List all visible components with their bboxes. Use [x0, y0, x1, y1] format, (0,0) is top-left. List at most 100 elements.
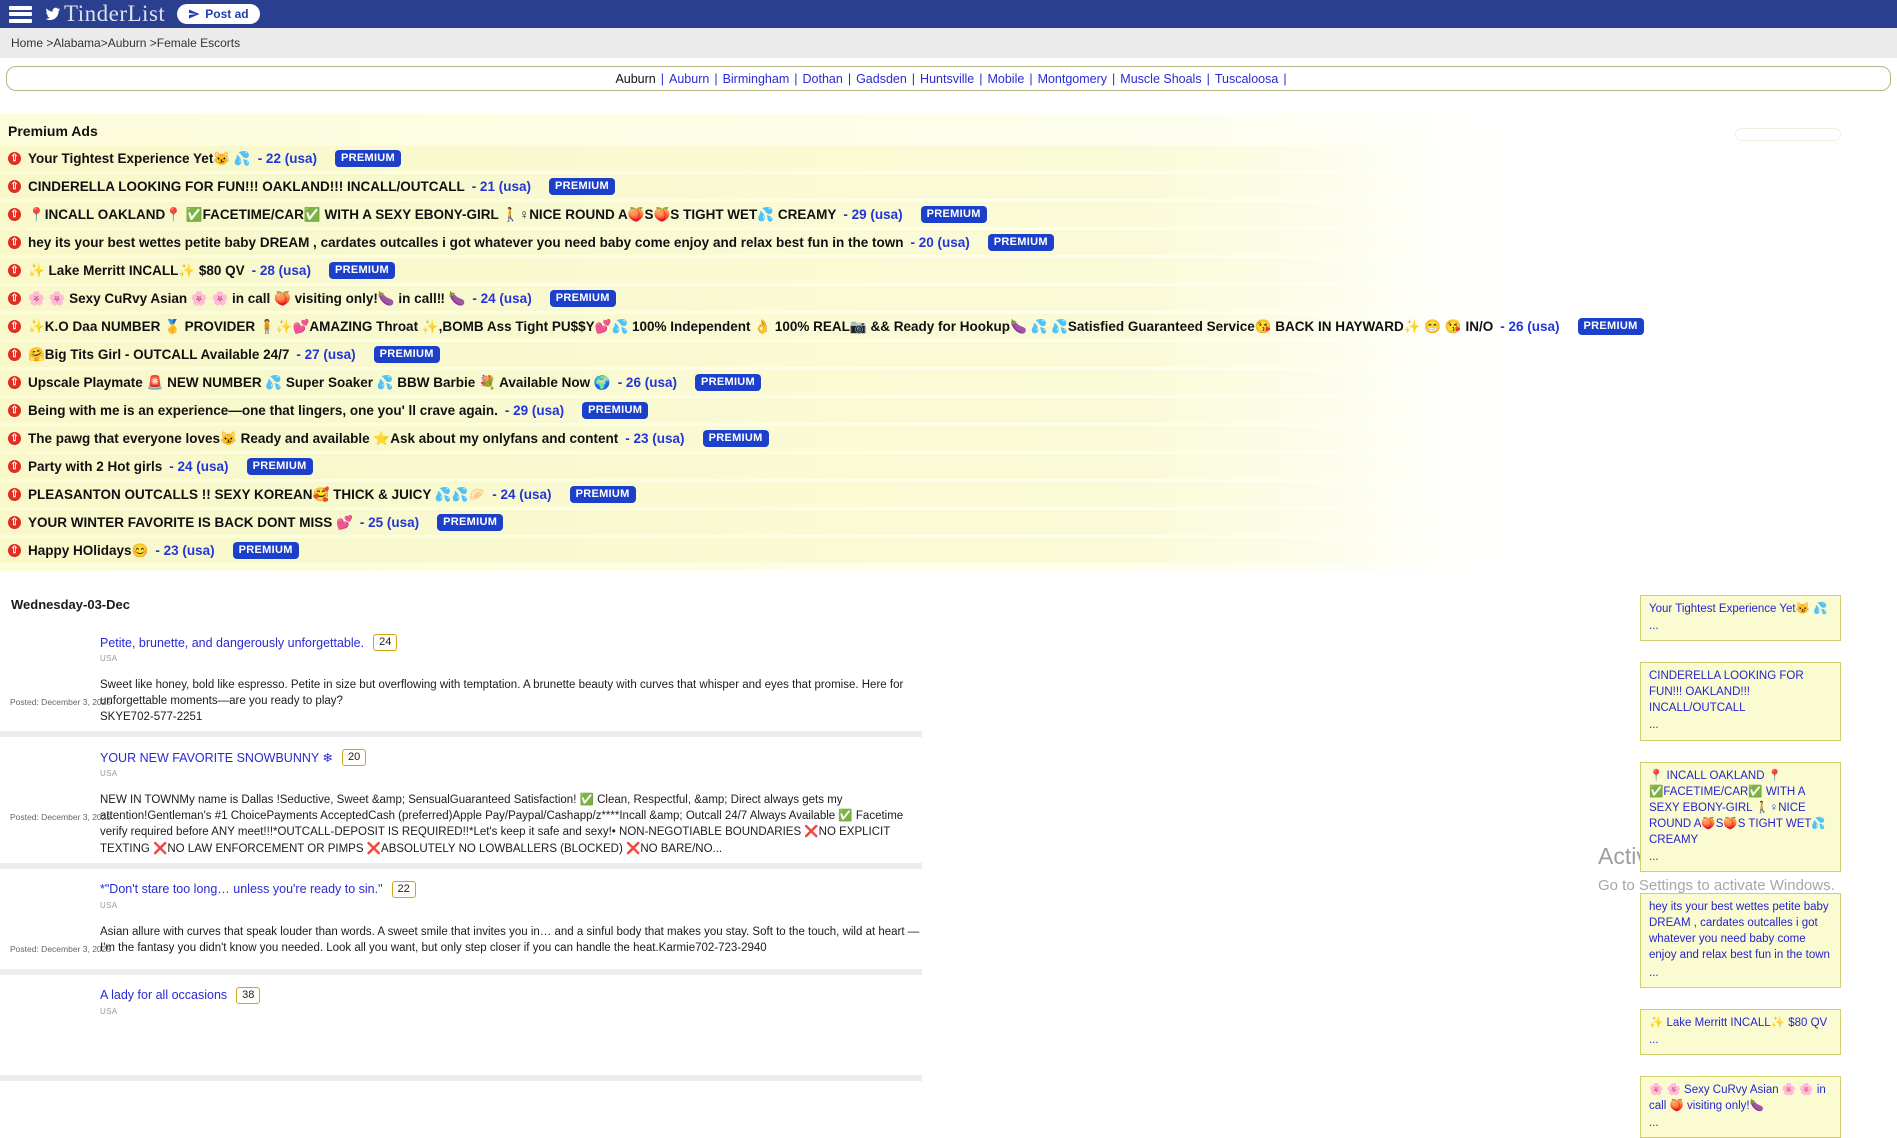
- listing-title-link[interactable]: *"Don't stare too long… unless you're re…: [100, 882, 383, 896]
- premium-ad-row[interactable]: ⇧ 📍INCALL OAKLAND📍 ✅FACETIME/CAR✅ WITH A…: [0, 202, 1897, 227]
- sidebar-ad-box[interactable]: 🌸 🌸 Sexy CuRvy Asian 🌸 🌸 in call 🍑 visit…: [1640, 1076, 1841, 1138]
- up-arrow-icon: ⇧: [8, 432, 21, 445]
- up-arrow-icon: ⇧: [8, 264, 21, 277]
- premium-ad-row[interactable]: ⇧ PLEASANTON OUTCALLS !! SEXY KOREAN🥰 TH…: [0, 482, 1897, 507]
- sidebar-ad-title[interactable]: 📍 INCALL OAKLAND 📍 ✅FACETIME/CAR✅ WITH A…: [1649, 768, 1832, 848]
- sidebar-ad-box[interactable]: Your Tightest Experience Yet😼 💦 ...: [1640, 595, 1841, 641]
- premium-ad-title[interactable]: Happy HOlidays😊: [28, 543, 148, 559]
- premium-ad-title[interactable]: PLEASANTON OUTCALLS !! SEXY KOREAN🥰 THIC…: [28, 487, 485, 503]
- city-link[interactable]: Tuscaloosa: [1215, 72, 1278, 86]
- premium-ad-row[interactable]: ⇧ The pawg that everyone loves😼 Ready an…: [0, 426, 1897, 451]
- hamburger-menu-icon[interactable]: [9, 6, 32, 23]
- sidebar-ad-title[interactable]: hey its your best wettes petite baby DRE…: [1649, 899, 1832, 963]
- sidebar-ad-box[interactable]: ✨ Lake Merritt INCALL✨ $80 QV ...: [1640, 1009, 1841, 1055]
- premium-ad-row[interactable]: ⇧ CINDERELLA LOOKING FOR FUN!!! OAKLAND!…: [0, 174, 1897, 199]
- premium-badge: PREMIUM: [703, 430, 769, 447]
- premium-ad-title[interactable]: 🌸 🌸 Sexy CuRvy Asian 🌸 🌸 in call 🍑 visit…: [28, 291, 465, 307]
- listing-title-link[interactable]: A lady for all occasions: [100, 988, 227, 1002]
- listing-title-link[interactable]: YOUR NEW FAVORITE SNOWBUNNY ❄: [100, 750, 333, 765]
- premium-badge: PREMIUM: [570, 486, 636, 503]
- city-link[interactable]: Montgomery: [1038, 72, 1107, 86]
- premium-ad-row[interactable]: ⇧ Upscale Playmate 🚨 NEW NUMBER 💦 Super …: [0, 370, 1897, 395]
- listing-country: USA: [100, 769, 922, 778]
- sidebar-ad-title[interactable]: Your Tightest Experience Yet😼 💦: [1649, 601, 1832, 617]
- city-current: Auburn: [615, 72, 655, 86]
- premium-ad-row[interactable]: ⇧ Party with 2 Hot girls - 24 (usa) PREM…: [0, 454, 1897, 479]
- city-separator: |: [1112, 72, 1115, 86]
- listings-list: Posted: December 3, 2025 Petite, brunett…: [0, 622, 922, 1081]
- city-link[interactable]: Dothan: [803, 72, 843, 86]
- city-link[interactable]: Auburn: [669, 72, 709, 86]
- premium-ad-title[interactable]: Being with me is an experience—one that …: [28, 403, 498, 418]
- listing-posted-date: Posted: December 3, 2025: [10, 812, 86, 822]
- post-ad-button[interactable]: Post ad: [177, 4, 259, 24]
- premium-ad-title[interactable]: hey its your best wettes petite baby DRE…: [28, 235, 903, 250]
- post-ad-label: Post ad: [205, 7, 248, 21]
- top-navbar: TinderList Post ad: [0, 0, 1897, 28]
- premium-ad-title[interactable]: CINDERELLA LOOKING FOR FUN!!! OAKLAND!!!…: [28, 179, 465, 194]
- premium-ad-age-location: - 26 (usa): [1500, 319, 1559, 334]
- sidebar-ad-more: ...: [1649, 965, 1832, 981]
- premium-ad-title[interactable]: Party with 2 Hot girls: [28, 459, 162, 474]
- premium-ad-row[interactable]: ⇧ 🤗Big Tits Girl - OUTCALL Available 24/…: [0, 342, 1897, 367]
- listing-description: NEW IN TOWNMy name is Dallas !Seductive,…: [100, 792, 922, 856]
- listing-photo[interactable]: [10, 626, 82, 694]
- listing-age-badge: 24: [373, 634, 397, 651]
- premium-ad-age-location: - 21 (usa): [472, 179, 531, 194]
- sidebar-ad-box[interactable]: CINDERELLA LOOKING FOR FUN!!! OAKLAND!!!…: [1640, 662, 1841, 740]
- premium-ads-list: ⇧ Your Tightest Experience Yet😼 💦 - 22 (…: [0, 146, 1897, 563]
- site-logo[interactable]: TinderList: [44, 1, 165, 27]
- up-arrow-icon: ⇧: [8, 544, 21, 557]
- up-arrow-icon: ⇧: [8, 516, 21, 529]
- premium-badge: PREMIUM: [582, 402, 648, 419]
- sidebar-ad-box[interactable]: hey its your best wettes petite baby DRE…: [1640, 893, 1841, 987]
- sidebar-ad-box[interactable]: 📍 INCALL OAKLAND 📍 ✅FACETIME/CAR✅ WITH A…: [1640, 762, 1841, 873]
- listing-photo[interactable]: [10, 873, 82, 941]
- premium-ad-age-location: - 29 (usa): [505, 403, 564, 418]
- sidebar-ad-more: ...: [1649, 1115, 1832, 1131]
- sidebar-ad-title[interactable]: 🌸 🌸 Sexy CuRvy Asian 🌸 🌸 in call 🍑 visit…: [1649, 1082, 1832, 1114]
- premium-badge: PREMIUM: [437, 514, 503, 531]
- premium-ad-age-location: - 26 (usa): [618, 375, 677, 390]
- premium-ad-title[interactable]: Upscale Playmate 🚨 NEW NUMBER 💦 Super So…: [28, 375, 611, 391]
- city-link[interactable]: Gadsden: [856, 72, 907, 86]
- listing-item: Posted: December 3, 2025 *"Don't stare t…: [0, 869, 922, 965]
- premium-ad-row[interactable]: ⇧ Your Tightest Experience Yet😼 💦 - 22 (…: [0, 146, 1897, 171]
- premium-ad-title[interactable]: 🤗Big Tits Girl - OUTCALL Available 24/7: [28, 347, 289, 363]
- premium-ad-title[interactable]: ✨ Lake Merritt INCALL✨ $80 QV: [28, 263, 245, 279]
- up-arrow-icon: ⇧: [8, 292, 21, 305]
- sidebar-ad-title[interactable]: ✨ Lake Merritt INCALL✨ $80 QV: [1649, 1015, 1832, 1031]
- premium-ad-row[interactable]: ⇧ ✨ Lake Merritt INCALL✨ $80 QV - 28 (us…: [0, 258, 1897, 283]
- date-heading: Wednesday-03-Dec: [0, 597, 1897, 612]
- sidebar-ad-more: ...: [1649, 849, 1832, 865]
- premium-ad-age-location: - 23 (usa): [155, 543, 214, 558]
- premium-ad-title[interactable]: 📍INCALL OAKLAND📍 ✅FACETIME/CAR✅ WITH A S…: [28, 207, 836, 223]
- premium-ad-age-location: - 24 (usa): [492, 487, 551, 502]
- premium-ad-row[interactable]: ⇧ 🌸 🌸 Sexy CuRvy Asian 🌸 🌸 in call 🍑 vis…: [0, 286, 1897, 311]
- premium-ad-row[interactable]: ⇧ ✨K.O Daa NUMBER 🥇 PROVIDER 🧍✨💕AMAZING …: [0, 314, 1897, 339]
- premium-ad-age-location: - 29 (usa): [843, 207, 902, 222]
- premium-ad-row[interactable]: ⇧ hey its your best wettes petite baby D…: [0, 230, 1897, 255]
- premium-ad-title[interactable]: Your Tightest Experience Yet😼 💦: [28, 151, 251, 167]
- sidebar-ad-title[interactable]: CINDERELLA LOOKING FOR FUN!!! OAKLAND!!!…: [1649, 668, 1832, 716]
- city-link[interactable]: Mobile: [987, 72, 1024, 86]
- city-link[interactable]: Birmingham: [723, 72, 790, 86]
- listing-description: Asian allure with curves that speak loud…: [100, 924, 922, 956]
- breadcrumb[interactable]: Home >Alabama>Auburn >Female Escorts: [11, 36, 240, 50]
- premium-ad-title[interactable]: The pawg that everyone loves😼 Ready and …: [28, 431, 618, 447]
- premium-ad-row[interactable]: ⇧ YOUR WINTER FAVORITE IS BACK DONT MISS…: [0, 510, 1897, 535]
- premium-ad-row[interactable]: ⇧ Being with me is an experience—one tha…: [0, 398, 1897, 423]
- up-arrow-icon: ⇧: [8, 208, 21, 221]
- premium-ad-title[interactable]: ✨K.O Daa NUMBER 🥇 PROVIDER 🧍✨💕AMAZING Th…: [28, 319, 1493, 335]
- listing-photo[interactable]: [10, 979, 82, 1047]
- listing-country: USA: [100, 654, 922, 663]
- listing-item: A lady for all occasions 38 USA: [0, 975, 922, 1071]
- premium-badge: PREMIUM: [988, 234, 1054, 251]
- city-link[interactable]: Muscle Shoals: [1120, 72, 1201, 86]
- listing-photo[interactable]: [10, 741, 82, 809]
- city-link[interactable]: Huntsville: [920, 72, 974, 86]
- premium-ad-title[interactable]: YOUR WINTER FAVORITE IS BACK DONT MISS 💕: [28, 515, 353, 531]
- listing-title-link[interactable]: Petite, brunette, and dangerously unforg…: [100, 636, 364, 650]
- city-separator: |: [1029, 72, 1032, 86]
- premium-ad-row[interactable]: ⇧ Happy HOlidays😊 - 23 (usa) PREMIUM: [0, 538, 1897, 563]
